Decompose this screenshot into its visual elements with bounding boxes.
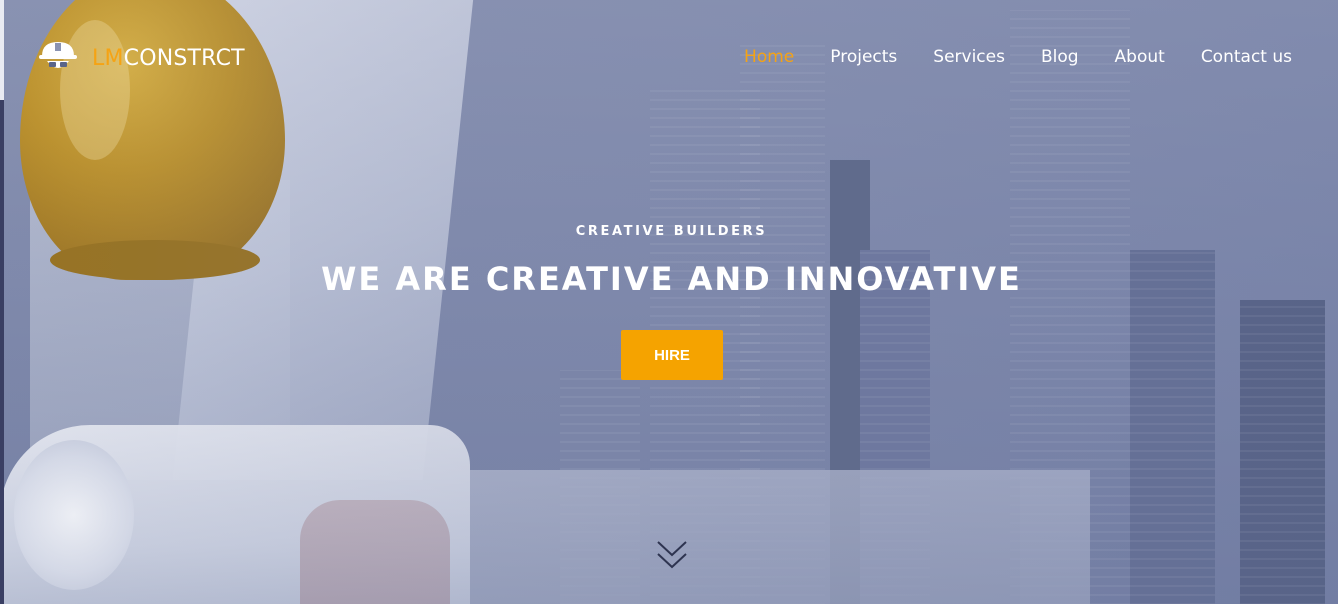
brand-logo[interactable]: LMCONSTRCT xyxy=(38,40,245,76)
hero-title: WE ARE CREATIVE AND INNOVATIVE xyxy=(321,260,1022,298)
hero-background xyxy=(0,0,1338,604)
brand-name: LMCONSTRCT xyxy=(92,46,245,71)
construction-worker-icon xyxy=(38,40,78,76)
left-edge-strip-top xyxy=(0,0,4,100)
hero-subtitle: CREATIVE BUILDERS xyxy=(575,224,768,239)
brand-name-part2: CONSTRCT xyxy=(123,45,245,71)
hire-button[interactable]: HIRE xyxy=(621,330,723,380)
brand-name-part1: LM xyxy=(92,45,124,71)
nav-contact-us[interactable]: Contact us xyxy=(1201,47,1292,67)
double-chevron-down-icon[interactable] xyxy=(656,538,688,572)
nav-services[interactable]: Services xyxy=(933,47,1005,67)
main-nav: Home Projects Services Blog About Contac… xyxy=(708,47,1292,67)
background-overlay xyxy=(0,0,1338,604)
nav-about[interactable]: About xyxy=(1115,47,1165,67)
nav-blog[interactable]: Blog xyxy=(1041,47,1079,67)
nav-projects[interactable]: Projects xyxy=(830,47,897,67)
nav-home[interactable]: Home xyxy=(744,47,794,67)
